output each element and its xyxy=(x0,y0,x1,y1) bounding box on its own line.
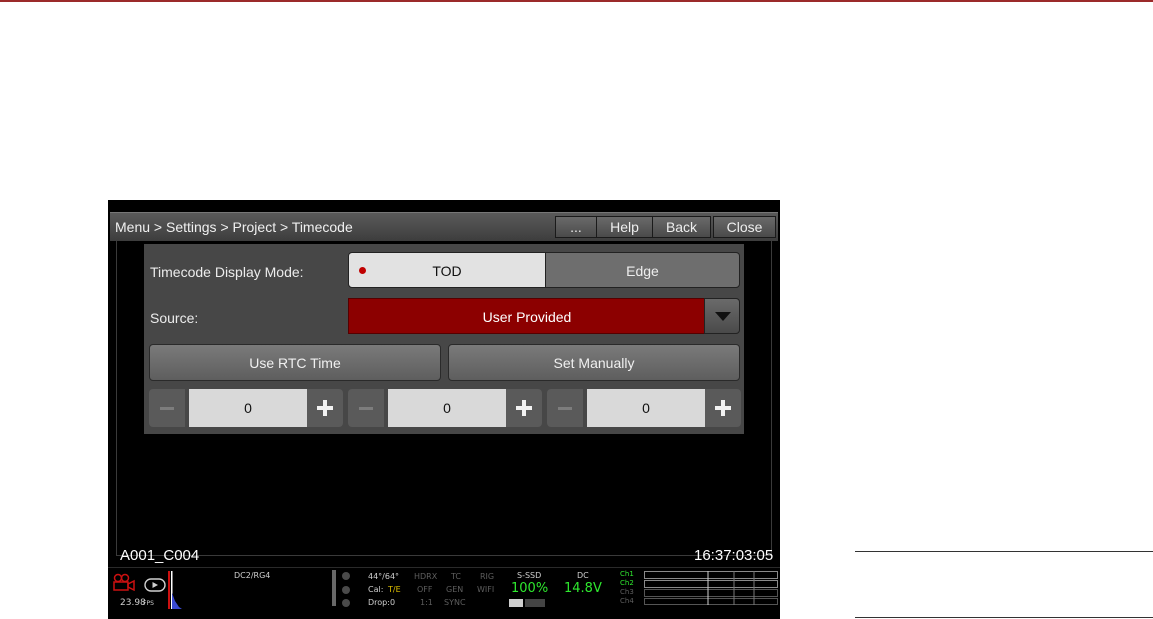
timecode-settings-panel: Timecode Display Mode: TOD Edge Source: … xyxy=(144,244,744,434)
minus-icon xyxy=(359,407,373,410)
status-bar: 23.98 FPS DC2/RG4 44°/64° Cal: T/E Drop:… xyxy=(108,567,780,619)
fps-unit: FPS xyxy=(143,600,154,607)
stepper-value-field[interactable]: 0 xyxy=(587,389,705,427)
source-dropdown[interactable]: User Provided xyxy=(348,298,706,334)
minus-icon xyxy=(558,407,572,410)
media-percent: 100% xyxy=(511,581,549,596)
audio-channel-label: Ch1 xyxy=(620,570,634,578)
gen-label: GEN xyxy=(446,585,464,594)
tod-option-label: TOD xyxy=(432,263,462,279)
minus-icon xyxy=(160,407,174,410)
calibration-label: Cal: xyxy=(368,585,384,594)
increment-button[interactable] xyxy=(506,389,542,427)
record-camera-icon xyxy=(113,573,135,591)
decrement-button[interactable] xyxy=(547,389,583,427)
wifi-label: WIFI xyxy=(477,585,495,594)
tod-option[interactable]: TOD xyxy=(348,252,546,288)
histogram-icon xyxy=(168,571,182,609)
timecode-stepper-2: 0 xyxy=(348,389,542,427)
edge-option[interactable]: Edge xyxy=(545,252,740,288)
indicator-dot xyxy=(342,599,350,607)
set-manually-button[interactable]: Set Manually xyxy=(448,344,740,381)
hdrx-value: OFF xyxy=(417,585,433,594)
temperature-readout: 44°/64° xyxy=(368,572,400,581)
camera-screen: Menu > Settings > Project > Timecode ...… xyxy=(108,200,780,619)
plus-icon-stem xyxy=(323,400,327,416)
plus-icon-stem xyxy=(522,400,526,416)
more-button[interactable]: ... xyxy=(555,216,597,238)
divider-upper xyxy=(855,551,1153,552)
increment-button[interactable] xyxy=(705,389,741,427)
decrement-button[interactable] xyxy=(149,389,185,427)
audio-channel-label: Ch3 xyxy=(620,588,634,596)
play-icon[interactable] xyxy=(144,578,166,592)
breadcrumb: Menu > Settings > Project > Timecode xyxy=(115,219,353,235)
timecode-readout: 16:37:03:05 xyxy=(694,547,774,564)
sensor-mode: DC2/RG4 xyxy=(234,571,271,580)
ratio-value: 1:1 xyxy=(420,598,433,607)
stepper-value-field[interactable]: 0 xyxy=(388,389,506,427)
media-label: S-SSD xyxy=(517,571,542,580)
hdrx-label: HDRX xyxy=(414,572,438,581)
audio-meter xyxy=(644,571,778,605)
top-rule xyxy=(0,0,1153,2)
tc-label: TC xyxy=(451,572,462,581)
triangle-down-icon xyxy=(715,312,731,321)
dropdown-arrow-button[interactable] xyxy=(704,298,740,334)
power-voltage: 14.8V xyxy=(564,581,602,596)
back-button[interactable]: Back xyxy=(652,216,711,238)
plus-icon-stem xyxy=(721,400,725,416)
title-bar: Menu > Settings > Project > Timecode ...… xyxy=(110,212,778,241)
timecode-stepper-3: 0 xyxy=(547,389,741,427)
source-label: Source: xyxy=(150,310,199,326)
indicator-dot xyxy=(342,586,350,594)
stepper-value-field[interactable]: 0 xyxy=(189,389,307,427)
increment-button[interactable] xyxy=(307,389,343,427)
edge-option-label: Edge xyxy=(626,263,659,279)
indicator-dot xyxy=(342,572,350,580)
timecode-stepper-1: 0 xyxy=(149,389,343,427)
rig-label: RIG xyxy=(480,572,495,581)
power-label: DC xyxy=(577,571,589,580)
selected-indicator-icon xyxy=(359,267,366,274)
sync-label: SYNC xyxy=(444,598,466,607)
timecode-display-mode-label: Timecode Display Mode: xyxy=(150,264,304,280)
help-button[interactable]: Help xyxy=(596,216,653,238)
decrement-button[interactable] xyxy=(348,389,384,427)
separator-bracket-icon xyxy=(332,570,336,606)
dropped-frames: Drop:0 xyxy=(368,598,396,607)
clip-name: A001_C004 xyxy=(120,547,200,564)
audio-channel-label: Ch4 xyxy=(620,597,634,605)
close-button[interactable]: Close xyxy=(713,216,776,238)
media-type-icon xyxy=(509,599,545,607)
audio-channel-label: Ch2 xyxy=(620,579,634,587)
use-rtc-time-button[interactable]: Use RTC Time xyxy=(149,344,441,381)
calibration-value: T/E xyxy=(388,585,401,594)
fps-value: 23.98 xyxy=(120,598,146,608)
divider-lower xyxy=(855,617,1153,618)
